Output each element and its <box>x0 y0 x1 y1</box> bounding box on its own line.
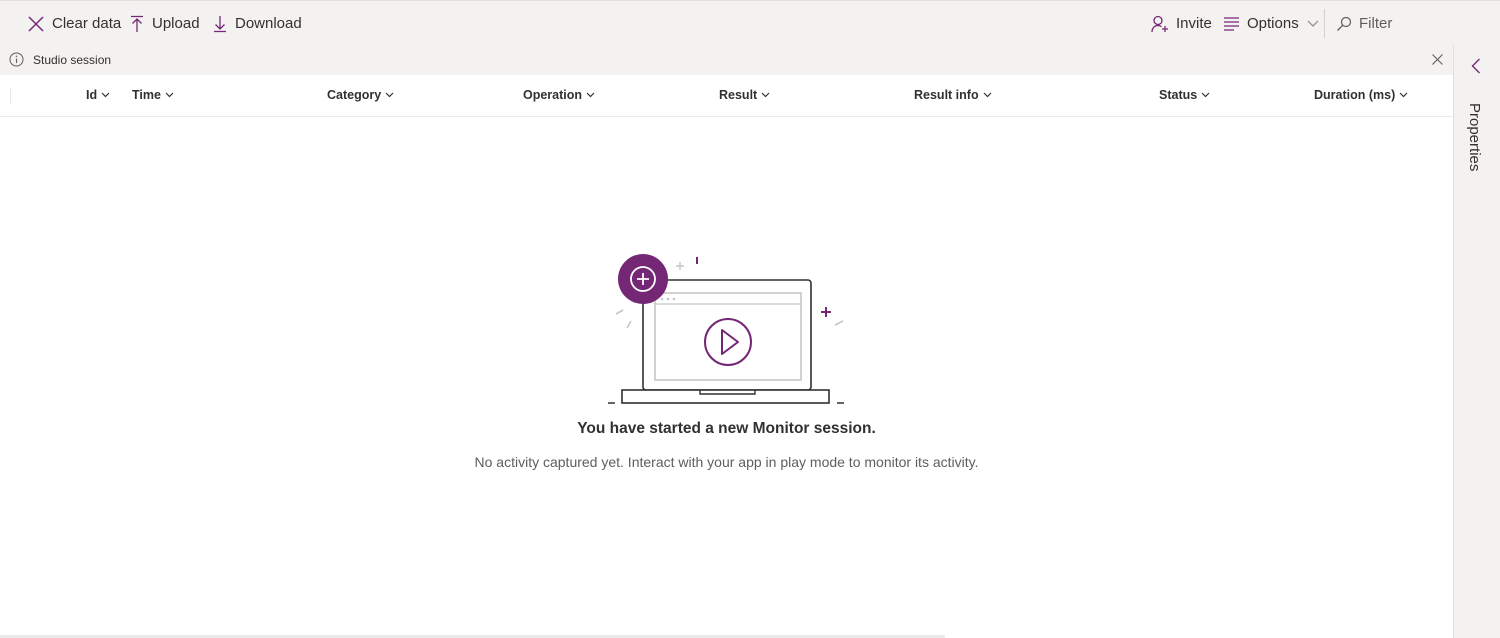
column-label: Status <box>1159 88 1198 102</box>
chevron-down-icon <box>1307 20 1319 28</box>
download-arrow-icon <box>212 15 228 33</box>
filter-search-icon <box>1336 16 1352 32</box>
filter-placeholder: Filter <box>1359 15 1393 32</box>
chevron-down-icon <box>165 92 174 98</box>
options-label: Options <box>1247 15 1299 32</box>
invite-button[interactable]: Invite <box>1151 1 1212 46</box>
chevron-down-icon <box>1399 92 1408 98</box>
laptop-play-illustration <box>608 254 844 404</box>
info-icon <box>9 52 24 70</box>
column-divider <box>10 87 11 105</box>
column-label: Duration (ms) <box>1314 88 1396 102</box>
column-header-duration[interactable]: Duration (ms) <box>1314 88 1408 102</box>
column-header-time[interactable]: Time <box>132 88 174 102</box>
clear-data-button[interactable]: Clear data <box>27 1 121 46</box>
column-header-category[interactable]: Category <box>327 88 394 102</box>
column-header-result-info[interactable]: Result info <box>914 88 992 102</box>
clear-data-label: Clear data <box>52 15 122 32</box>
upload-label: Upload <box>152 15 200 32</box>
properties-panel: Properties <box>1453 45 1500 638</box>
column-label: Category <box>327 88 382 102</box>
empty-state: You have started a new Monitor session. … <box>0 117 1453 638</box>
column-label: Operation <box>523 88 583 102</box>
chevron-down-icon <box>586 92 595 98</box>
upload-button[interactable]: Upload <box>129 1 200 46</box>
column-label: Id <box>86 88 98 102</box>
empty-state-subtitle: No activity captured yet. Interact with … <box>474 454 979 470</box>
chevron-down-icon <box>761 92 770 98</box>
chevron-down-icon <box>983 92 992 98</box>
toolbar-divider <box>1324 9 1325 38</box>
column-label: Result info <box>914 88 979 102</box>
command-bar: Clear data Upload Download Invite Option… <box>0 0 1500 45</box>
invite-label: Invite <box>1176 15 1212 32</box>
notice-text: Studio session <box>33 53 112 67</box>
grid-header: Id Time Category Operation Result Result… <box>0 75 1453 117</box>
empty-state-title: You have started a new Monitor session. <box>577 420 876 437</box>
column-label: Time <box>132 88 161 102</box>
column-header-operation[interactable]: Operation <box>523 88 595 102</box>
download-button[interactable]: Download <box>212 1 302 46</box>
column-header-id[interactable]: Id <box>86 88 110 102</box>
properties-toggle[interactable]: Properties <box>1466 103 1483 171</box>
close-icon[interactable] <box>1431 53 1444 69</box>
chevron-down-icon <box>101 92 110 98</box>
column-header-status[interactable]: Status <box>1159 88 1210 102</box>
options-dropdown[interactable]: Options <box>1223 1 1319 46</box>
chevron-down-icon <box>385 92 394 98</box>
close-icon <box>27 15 45 33</box>
column-label: Result <box>719 88 758 102</box>
person-add-icon <box>1151 15 1169 33</box>
chevron-down-icon <box>1201 92 1210 98</box>
column-header-result[interactable]: Result <box>719 88 770 102</box>
options-lines-icon <box>1223 16 1240 32</box>
chevron-left-icon[interactable] <box>1471 58 1481 79</box>
session-notice-bar: Studio session <box>0 45 1453 75</box>
download-label: Download <box>235 15 302 32</box>
upload-arrow-icon <box>129 15 145 33</box>
filter-input[interactable]: Filter <box>1336 1 1392 46</box>
